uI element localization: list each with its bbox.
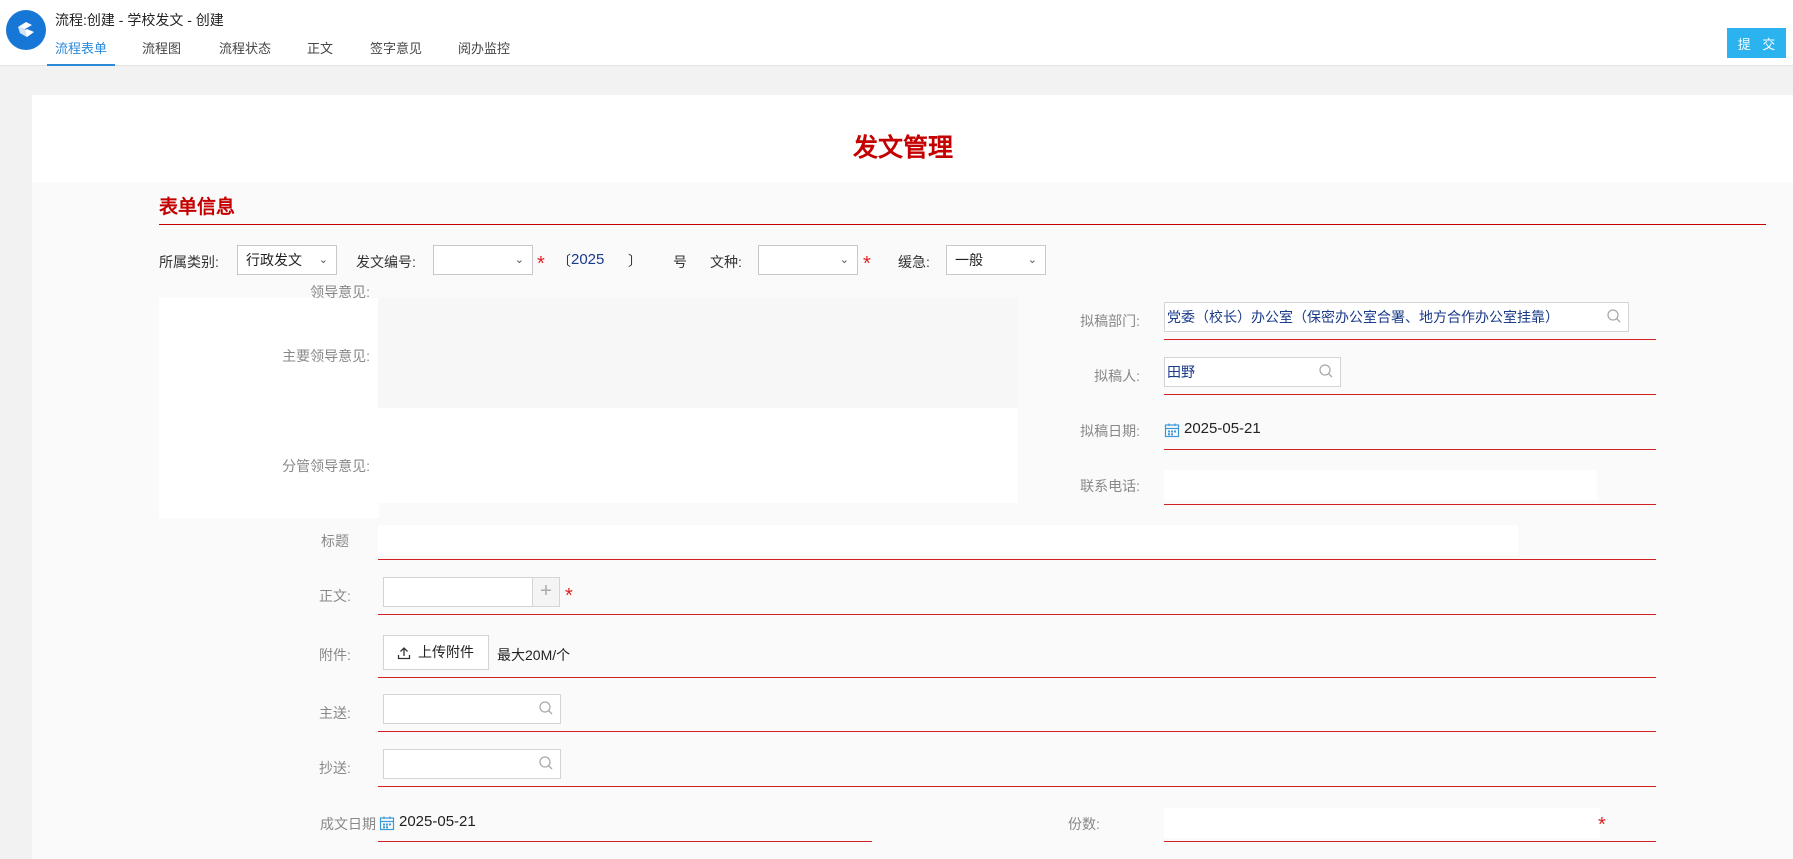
tab-flow-status[interactable]: 流程状态 bbox=[219, 38, 271, 66]
cc-field[interactable] bbox=[383, 749, 561, 779]
main-send-label: 主送: bbox=[319, 705, 351, 721]
required-mark: * bbox=[1598, 814, 1606, 836]
calendar-icon[interactable] bbox=[379, 815, 395, 831]
required-mark: * bbox=[537, 253, 545, 275]
wenzhong-select[interactable]: ⌄ bbox=[758, 245, 858, 275]
field-underline bbox=[378, 731, 1656, 732]
tab-read-monitor[interactable]: 阅办监控 bbox=[458, 38, 510, 66]
plus-icon: + bbox=[540, 580, 552, 602]
submit-button[interactable]: 提 交 bbox=[1727, 28, 1786, 58]
year-field[interactable]: 2025 bbox=[571, 251, 604, 268]
field-underline bbox=[1164, 394, 1656, 395]
search-icon[interactable] bbox=[536, 696, 556, 722]
field-underline bbox=[378, 614, 1656, 615]
docnum-label: 发文编号: bbox=[356, 254, 416, 270]
phone-input[interactable] bbox=[1164, 470, 1597, 500]
body-file-field[interactable] bbox=[383, 577, 533, 607]
drafter-value: 田野 bbox=[1167, 364, 1195, 380]
add-body-button[interactable]: + bbox=[532, 577, 560, 607]
field-underline bbox=[378, 786, 1656, 787]
hao-label: 号 bbox=[673, 254, 687, 270]
leader-opinion-label: 领导意见: bbox=[310, 284, 370, 300]
document-title: 发文管理 bbox=[852, 134, 953, 162]
window-title: 流程:创建 - 学校发文 - 创建 bbox=[55, 12, 224, 28]
copies-input[interactable] bbox=[1164, 808, 1600, 838]
field-underline bbox=[378, 841, 872, 842]
category-select[interactable]: 行政发文 ⌄ bbox=[237, 245, 337, 275]
draft-dept-field[interactable]: 党委（校长）办公室（保密办公室合署、地方合作办公室挂靠） bbox=[1164, 302, 1629, 332]
chevron-down-icon: ⌄ bbox=[1027, 254, 1037, 266]
phone-label: 联系电话: bbox=[1080, 478, 1140, 494]
urgency-select[interactable]: 一般 ⌄ bbox=[946, 245, 1046, 275]
section-divider bbox=[159, 224, 1766, 225]
calendar-icon[interactable] bbox=[1164, 422, 1180, 438]
urgency-label: 缓急: bbox=[898, 254, 930, 270]
cc-label: 抄送: bbox=[319, 760, 351, 776]
bracket-open: 〔 bbox=[557, 253, 571, 269]
required-mark: * bbox=[565, 585, 573, 607]
section-title: 表单信息 bbox=[159, 197, 236, 218]
category-value: 行政发文 bbox=[246, 252, 302, 268]
title-label: 标题 bbox=[321, 533, 349, 549]
urgency-value: 一般 bbox=[955, 252, 983, 268]
app-logo-icon bbox=[6, 10, 46, 50]
field-underline bbox=[1164, 841, 1656, 842]
tab-flow-chart[interactable]: 流程图 bbox=[142, 38, 181, 66]
copies-label: 份数: bbox=[1068, 816, 1100, 832]
done-date-value[interactable]: 2025-05-21 bbox=[399, 813, 476, 830]
chevron-down-icon: ⌄ bbox=[839, 254, 849, 266]
max-size-hint: 最大20M/个 bbox=[497, 647, 571, 663]
sub-leader-opinion-box[interactable] bbox=[378, 408, 1018, 503]
opinion-label-panel bbox=[159, 298, 379, 518]
body-label: 正文: bbox=[319, 588, 351, 604]
draft-dept-label: 拟稿部门: bbox=[1080, 313, 1140, 329]
drafter-field[interactable]: 田野 bbox=[1164, 357, 1341, 387]
wenzhong-label: 文种: bbox=[710, 254, 742, 270]
drafter-label: 拟稿人: bbox=[1094, 368, 1140, 384]
upload-icon bbox=[397, 647, 411, 660]
tab-signature-opinion[interactable]: 签字意见 bbox=[370, 38, 422, 66]
done-date-label: 成文日期 bbox=[320, 816, 376, 832]
tab-process-form[interactable]: 流程表单 bbox=[46, 38, 116, 66]
draft-date-value[interactable]: 2025-05-21 bbox=[1184, 420, 1261, 437]
field-underline bbox=[1164, 449, 1656, 450]
main-send-field[interactable] bbox=[383, 694, 561, 724]
required-mark: * bbox=[863, 253, 871, 275]
sub-leader-opinion-label: 分管领导意见: bbox=[282, 458, 370, 474]
draft-dept-value: 党委（校长）办公室（保密办公室合署、地方合作办公室挂靠） bbox=[1167, 309, 1559, 325]
field-underline bbox=[378, 559, 1656, 560]
title-input[interactable] bbox=[378, 525, 1518, 555]
category-label: 所属类别: bbox=[159, 254, 219, 270]
search-icon[interactable] bbox=[1316, 359, 1336, 385]
main-leader-opinion-box[interactable] bbox=[378, 298, 1018, 408]
field-underline bbox=[1164, 504, 1656, 505]
docnum-select[interactable]: ⌄ bbox=[433, 245, 533, 275]
main-leader-opinion-label: 主要领导意见: bbox=[282, 348, 370, 364]
field-underline bbox=[1164, 339, 1656, 340]
chevron-down-icon: ⌄ bbox=[318, 254, 328, 266]
search-icon[interactable] bbox=[1604, 304, 1624, 330]
bracket-close: 〕 bbox=[628, 253, 642, 269]
draft-date-label: 拟稿日期: bbox=[1080, 423, 1140, 439]
attachment-label: 附件: bbox=[319, 647, 351, 663]
top-bar: 流程:创建 - 学校发文 - 创建 流程表单 流程图 流程状态 正文 签字意见 … bbox=[0, 0, 1793, 66]
tab-body-text[interactable]: 正文 bbox=[307, 38, 333, 66]
upload-attachment-label: 上传附件 bbox=[418, 644, 474, 660]
chevron-down-icon: ⌄ bbox=[514, 254, 524, 266]
search-icon[interactable] bbox=[536, 751, 556, 777]
upload-attachment-button[interactable]: 上传附件 bbox=[383, 635, 489, 670]
field-underline bbox=[378, 677, 1656, 678]
